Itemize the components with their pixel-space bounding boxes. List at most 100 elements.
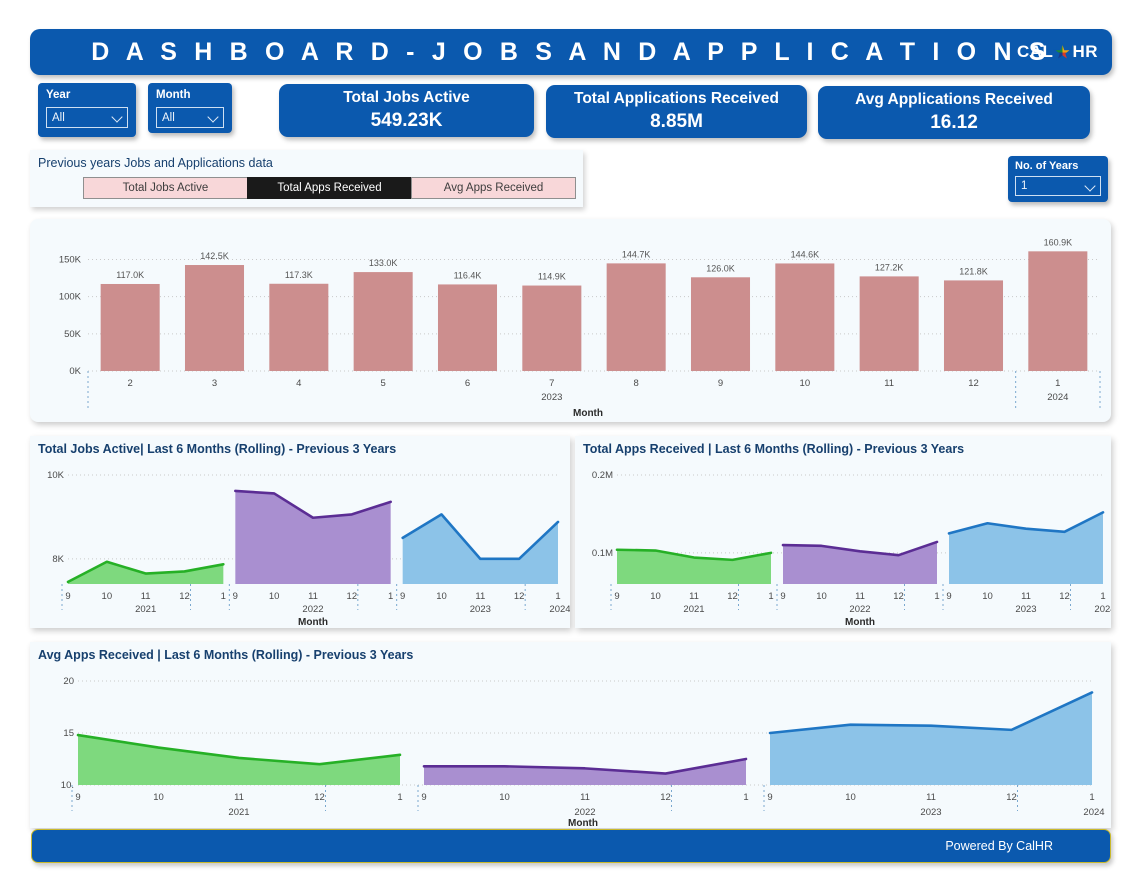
- axis-label: 3: [212, 378, 217, 389]
- axis-label: 12: [347, 591, 358, 602]
- total-jobs-active-chart-card[interactable]: Total Jobs Active| Last 6 Months (Rollin…: [30, 436, 570, 628]
- axis-label: 4: [296, 378, 301, 389]
- axis-label: 1: [1100, 591, 1105, 602]
- axis-label: 1: [1055, 378, 1060, 389]
- bar[interactable]: [860, 276, 919, 371]
- axis-label: 2021: [228, 807, 249, 818]
- axis-label: 12: [314, 792, 325, 803]
- bar-data-label: 117.0K: [116, 270, 144, 280]
- kpi-value: 8.85M: [650, 110, 703, 134]
- bar[interactable]: [944, 280, 1003, 371]
- tab-avg-apps-received[interactable]: Avg Apps Received: [411, 177, 576, 199]
- header-bar: D A S H B O A R D - J O B S A N D A P P …: [30, 29, 1112, 75]
- footer-text: Powered By CalHR: [945, 839, 1110, 853]
- month-slicer-dropdown[interactable]: All: [156, 107, 224, 128]
- axis-label: 2024: [1094, 604, 1111, 615]
- bar-chart[interactable]: 0K50K100K150K117.0K2142.5K3117.3K4133.0K…: [30, 219, 1111, 422]
- axis-label: 15: [63, 728, 74, 739]
- axis-label: 150K: [59, 254, 82, 265]
- tab-total-jobs-active[interactable]: Total Jobs Active: [83, 177, 248, 199]
- no-of-years-dropdown[interactable]: 1: [1015, 176, 1101, 196]
- total-apps-received-chart-card[interactable]: Total Apps Received | Last 6 Months (Rol…: [575, 436, 1111, 628]
- tab-total-apps-received[interactable]: Total Apps Received: [247, 177, 412, 199]
- kpi-avg-applications-received[interactable]: Avg Applications Received 16.12: [818, 86, 1090, 139]
- axis-label: 10: [153, 792, 164, 803]
- year-slicer[interactable]: Year All: [38, 83, 136, 137]
- axis-label: 2022: [574, 807, 595, 818]
- axis-label: 2024: [549, 604, 570, 615]
- axis-label: 12: [727, 591, 738, 602]
- axis-label: 10: [269, 591, 280, 602]
- bar-data-label: 126.0K: [706, 263, 735, 273]
- x-axis-title: Month: [298, 617, 328, 628]
- chevron-down-icon: [112, 112, 123, 123]
- axis-label: 11: [308, 591, 318, 602]
- bar[interactable]: [101, 284, 160, 371]
- axis-label: 11: [1021, 591, 1031, 602]
- area-series-2022[interactable]: [424, 759, 746, 785]
- bar[interactable]: [269, 284, 328, 371]
- axis-label: 20: [63, 676, 74, 687]
- chart-title: Avg Apps Received | Last 6 Months (Rolli…: [30, 642, 1111, 663]
- bar[interactable]: [691, 277, 750, 371]
- area-series-2022[interactable]: [235, 491, 390, 584]
- area-series-2021[interactable]: [617, 550, 771, 584]
- axis-label: 9: [75, 792, 80, 803]
- bar[interactable]: [1028, 251, 1087, 371]
- month-slicer-label: Month: [156, 89, 224, 102]
- calhr-star-icon: [1053, 43, 1072, 62]
- axis-label: 10K: [47, 470, 65, 481]
- metric-selector-title: Previous years Jobs and Applications dat…: [30, 150, 583, 171]
- kpi-total-applications-received[interactable]: Total Applications Received 8.85M: [546, 85, 807, 138]
- axis-label: 8: [634, 378, 639, 389]
- axis-label: 9: [421, 792, 426, 803]
- avg-apps-received-area-chart[interactable]: 10.1520910111212021910111212022910111212…: [30, 663, 1111, 828]
- axis-label: 2023: [470, 604, 491, 615]
- axis-label: 12: [179, 591, 190, 602]
- area-series-2022[interactable]: [783, 542, 937, 584]
- axis-label: 1: [934, 591, 939, 602]
- bar-data-label: 117.3K: [285, 270, 313, 280]
- axis-label: 9: [718, 378, 723, 389]
- month-slicer[interactable]: Month All: [148, 83, 232, 133]
- axis-label: 1: [768, 591, 773, 602]
- axis-label: 9: [233, 591, 238, 602]
- x-axis-title: Month: [845, 617, 875, 628]
- axis-label: 10: [845, 792, 856, 803]
- axis-label: 11: [580, 792, 590, 803]
- kpi-total-jobs-active[interactable]: Total Jobs Active 549.23K: [279, 84, 534, 137]
- axis-label: 1: [388, 591, 393, 602]
- year-slicer-value: All: [52, 112, 65, 124]
- year-slicer-dropdown[interactable]: All: [46, 107, 128, 128]
- bar[interactable]: [522, 286, 581, 371]
- chart-title: Total Apps Received | Last 6 Months (Rol…: [575, 436, 1111, 457]
- total-apps-received-area-chart[interactable]: 0.1M0.2M91011121202191011121202291011121…: [575, 457, 1111, 628]
- axis-label: 10: [436, 591, 447, 602]
- chevron-down-icon: [1085, 181, 1096, 192]
- bar[interactable]: [775, 263, 834, 371]
- bar[interactable]: [607, 263, 666, 371]
- axis-label: 2023: [541, 392, 562, 403]
- area-series-2023[interactable]: [770, 692, 1092, 785]
- bar-chart-card[interactable]: 0K50K100K150K117.0K2142.5K3117.3K4133.0K…: [30, 219, 1111, 422]
- logo-text-left: CAL: [1017, 42, 1053, 62]
- no-of-years-slicer[interactable]: No. of Years 1: [1008, 156, 1108, 202]
- axis-label: 2: [128, 378, 133, 389]
- axis-label: 11: [234, 792, 244, 803]
- axis-label: 11: [926, 792, 936, 803]
- kpi-label: Total Applications Received: [574, 89, 779, 109]
- bar[interactable]: [438, 284, 497, 371]
- no-of-years-label: No. of Years: [1015, 160, 1101, 173]
- axis-label: 9: [780, 591, 785, 602]
- total-jobs-active-area-chart[interactable]: 8K10K91011121202191011121202291011121202…: [30, 457, 570, 628]
- axis-label: 10: [499, 792, 510, 803]
- axis-label: 10: [800, 378, 811, 389]
- avg-apps-received-chart-card[interactable]: Avg Apps Received | Last 6 Months (Rolli…: [30, 642, 1111, 828]
- page-title: D A S H B O A R D - J O B S A N D A P P …: [91, 38, 1050, 67]
- axis-label: 11: [141, 591, 151, 602]
- kpi-value: 16.12: [930, 111, 978, 135]
- axis-label: 1: [555, 591, 560, 602]
- axis-label: 7: [549, 378, 554, 389]
- bar[interactable]: [185, 265, 244, 371]
- bar[interactable]: [354, 272, 413, 371]
